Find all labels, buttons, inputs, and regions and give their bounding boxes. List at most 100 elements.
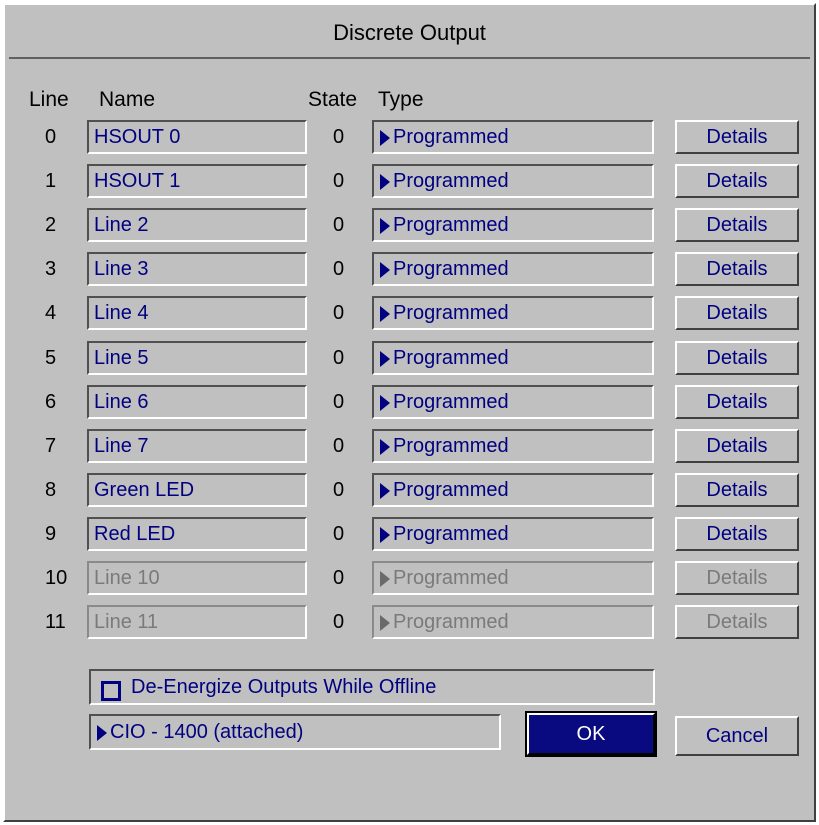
triangle-right-icon (380, 571, 390, 587)
device-selector[interactable]: CIO - 1400 (attached) (89, 714, 501, 750)
line-type-selector[interactable]: Programmed (372, 164, 654, 199)
line-type-selector[interactable]: Programmed (372, 605, 654, 640)
triangle-right-icon (380, 306, 390, 323)
line-type-selector[interactable]: Programmed (372, 428, 654, 463)
deenergize-option[interactable]: De-Energize Outputs While Offline (89, 669, 655, 705)
header-name: Name (99, 88, 156, 111)
line-name-text: Line 3 (94, 258, 149, 281)
line-number: 4 (45, 302, 57, 325)
line-type-text: Programmed (393, 214, 509, 237)
line-number: 10 (45, 567, 68, 589)
line-name-field[interactable]: HSOUT 1 (87, 164, 307, 199)
deenergize-label: De-Energize Outputs While Offline (131, 676, 437, 698)
line-state: 0 (333, 611, 345, 634)
output-line-row: 5 Line 5 0 Programmed Details (5, 340, 818, 375)
line-name-field[interactable]: Line 10 (87, 561, 307, 595)
triangle-right-icon (97, 725, 107, 741)
line-state: 0 (333, 478, 345, 501)
line-type-selector[interactable]: Programmed (372, 561, 654, 595)
line-type-selector[interactable]: Programmed (372, 252, 654, 287)
details-button[interactable]: Details (675, 340, 799, 375)
line-number: 3 (45, 258, 57, 281)
details-button[interactable]: Details (675, 472, 799, 507)
discrete-output-dialog: Discrete Output Line Name State Type 0 HS… (3, 3, 816, 822)
line-type-text: Programmed (393, 258, 509, 281)
line-type-selector[interactable]: Programmed (372, 208, 654, 243)
triangle-right-icon (380, 262, 390, 279)
cancel-button[interactable]: Cancel (675, 716, 799, 756)
line-name-text: HSOUT 1 (94, 170, 181, 193)
header-type: Type (378, 88, 424, 111)
line-state: 0 (333, 390, 345, 413)
output-line-row: 6 Line 6 0 Programmed Details (5, 384, 818, 419)
triangle-right-icon (380, 394, 390, 411)
line-state: 0 (333, 346, 345, 369)
details-button[interactable]: Details (675, 164, 799, 199)
triangle-right-icon (380, 130, 390, 146)
details-button[interactable]: Details (675, 561, 799, 595)
line-name-field[interactable]: Line 3 (87, 252, 307, 287)
line-name-text: Line 4 (94, 302, 149, 325)
line-type-selector[interactable]: Programmed (372, 516, 654, 551)
triangle-right-icon (380, 615, 390, 632)
line-type-text: Programmed (393, 170, 509, 193)
line-number: 1 (45, 170, 57, 193)
output-line-row: 8 Green LED 0 Programmed Details (5, 472, 818, 507)
dialog-title-bar: Discrete Output (9, 9, 810, 59)
line-name-field[interactable]: Line 2 (87, 208, 307, 243)
line-name-text: Line 10 (94, 567, 160, 589)
line-type-text: Programmed (393, 302, 509, 325)
triangle-right-icon (380, 350, 390, 367)
line-type-selector[interactable]: Programmed (372, 384, 654, 419)
line-state: 0 (333, 258, 345, 281)
output-line-row: 1 HSOUT 1 0 Programmed Details (5, 164, 818, 199)
line-number: 6 (45, 390, 57, 413)
line-state: 0 (333, 567, 345, 589)
line-name-field[interactable]: Line 6 (87, 384, 307, 419)
line-name-field[interactable]: Line 11 (87, 605, 307, 640)
output-line-row: 0 HSOUT 0 0 Programmed Details (5, 120, 818, 154)
line-state: 0 (333, 522, 345, 545)
line-name-text: HSOUT 0 (94, 126, 181, 148)
details-button[interactable]: Details (675, 605, 799, 640)
details-button[interactable]: Details (675, 252, 799, 287)
details-button[interactable]: Details (675, 120, 799, 154)
output-line-row: 9 Red LED 0 Programmed Details (5, 516, 818, 551)
line-name-text: Red LED (94, 522, 176, 545)
deenergize-checkbox[interactable] (101, 681, 121, 701)
line-type-selector[interactable]: Programmed (372, 340, 654, 375)
line-name-field[interactable]: Line 7 (87, 428, 307, 463)
line-type-selector[interactable]: Programmed (372, 472, 654, 507)
line-state: 0 (333, 434, 345, 457)
line-name-field[interactable]: Green LED (87, 472, 307, 507)
triangle-right-icon (380, 218, 390, 235)
line-type-selector[interactable]: Programmed (372, 120, 654, 154)
line-name-field[interactable]: Line 4 (87, 296, 307, 331)
header-line: Line (29, 88, 69, 111)
line-type-text: Programmed (393, 611, 509, 634)
line-name-field[interactable]: Line 5 (87, 340, 307, 375)
line-name-field[interactable]: HSOUT 0 (87, 120, 307, 154)
output-line-row: 4 Line 4 0 Programmed Details (5, 296, 818, 331)
line-type-text: Programmed (393, 478, 509, 501)
details-button[interactable]: Details (675, 296, 799, 331)
details-button[interactable]: Details (675, 516, 799, 551)
details-button[interactable]: Details (675, 384, 799, 419)
line-number: 7 (45, 434, 57, 457)
line-type-selector[interactable]: Programmed (372, 296, 654, 331)
line-state: 0 (333, 302, 345, 325)
triangle-right-icon (380, 438, 390, 455)
details-button[interactable]: Details (675, 208, 799, 243)
line-number: 2 (45, 214, 57, 237)
ok-button[interactable]: OK (525, 711, 657, 757)
output-line-row: 7 Line 7 0 Programmed Details (5, 428, 818, 463)
line-type-text: Programmed (393, 346, 509, 369)
line-name-text: Line 6 (94, 390, 149, 413)
output-line-row: 11 Line 11 0 Programmed Details (5, 605, 818, 640)
line-number: 0 (45, 126, 57, 148)
triangle-right-icon (380, 526, 390, 543)
line-type-text: Programmed (393, 567, 509, 589)
details-button[interactable]: Details (675, 428, 799, 463)
output-line-row: 2 Line 2 0 Programmed Details (5, 208, 818, 243)
line-name-field[interactable]: Red LED (87, 516, 307, 551)
